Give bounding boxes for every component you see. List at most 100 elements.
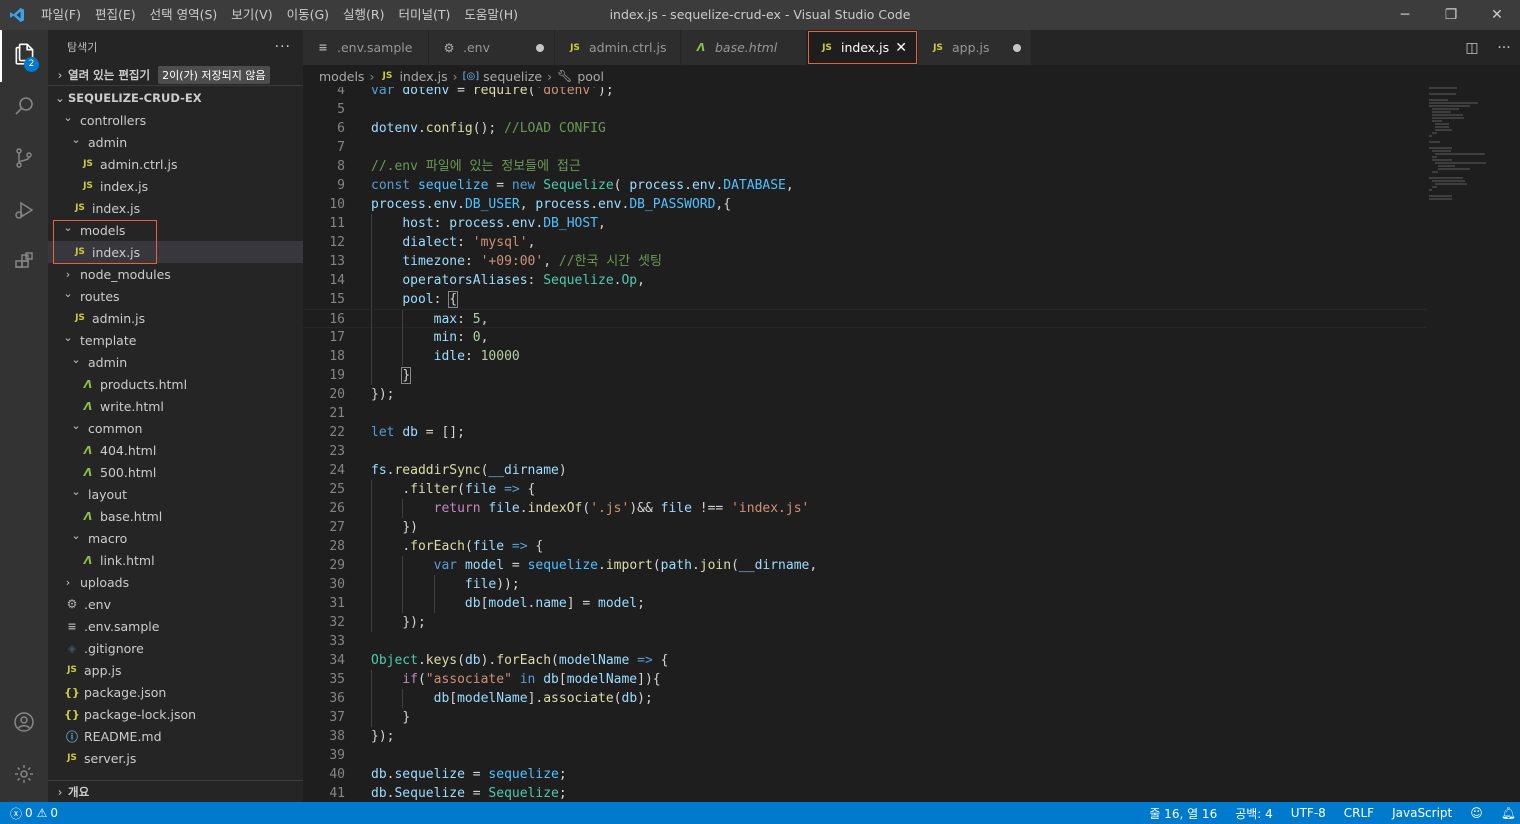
code-token: , <box>543 254 559 269</box>
tree-file[interactable]: JS app.js <box>48 659 303 681</box>
end-of-line[interactable]: CRLF <box>1335 806 1383 820</box>
extensions-activity-button[interactable] <box>0 238 48 290</box>
tree-folder[interactable]: ⌄ macro <box>48 527 303 549</box>
outline-section[interactable]: › 개요 <box>48 780 303 802</box>
tree-file[interactable]: JS server.js <box>48 747 303 769</box>
editor-tab[interactable]: ⚙ .env <box>429 30 555 65</box>
unsaved-dot-icon[interactable] <box>536 43 544 52</box>
breadcrumb-folder[interactable]: models <box>319 69 364 84</box>
code-token: in <box>519 672 536 687</box>
code-token: ( <box>457 482 465 497</box>
account-button[interactable] <box>0 698 48 750</box>
code-token: dotenv <box>371 121 418 136</box>
tab-label: .env.sample <box>337 40 413 55</box>
code-token: sequelize <box>488 767 559 782</box>
tree-folder[interactable]: › node_modules <box>48 263 303 285</box>
tree-file[interactable]: JS admin.js <box>48 307 303 329</box>
tab-label: admin.ctrl.js <box>589 40 667 55</box>
manage-button[interactable] <box>0 750 48 802</box>
tree-folder[interactable]: ⌄ admin <box>48 351 303 373</box>
indentation[interactable]: 공백: 4 <box>1226 805 1282 822</box>
tree-file[interactable]: {} package-lock.json <box>48 703 303 725</box>
code-text: } <box>345 366 412 385</box>
tree-file[interactable]: ⚙ .env <box>48 593 303 615</box>
tree-file[interactable]: JS admin.ctrl.js <box>48 153 303 175</box>
menu-item[interactable]: 도움말(H) <box>457 0 525 30</box>
menu-item[interactable]: 보기(V) <box>224 0 279 30</box>
tree-folder[interactable]: ⌄ common <box>48 417 303 439</box>
split-editor-icon[interactable]: ◫ <box>1456 40 1488 56</box>
tree-folder[interactable]: › uploads <box>48 571 303 593</box>
tree-file[interactable]: Λ 500.html <box>48 461 303 483</box>
tree-folder[interactable]: ⌄ template <box>48 329 303 351</box>
minimize-button[interactable]: ─ <box>1382 0 1428 30</box>
restore-button[interactable]: ❐ <box>1428 0 1474 30</box>
code-token: ( <box>551 653 559 668</box>
tree-file[interactable]: Λlink.html <box>48 549 303 571</box>
line-number: 18 <box>329 349 345 364</box>
unsaved-dot-icon[interactable] <box>1013 43 1021 52</box>
tree-file[interactable]: Λ 404.html <box>48 439 303 461</box>
run-debug-activity-button[interactable] <box>0 186 48 238</box>
code-text: pool: { <box>345 290 459 309</box>
menu-item[interactable]: 이동(G) <box>280 0 336 30</box>
tree-folder[interactable]: ⌄ admin <box>48 131 303 153</box>
menu-item[interactable]: 편집(E) <box>88 0 143 30</box>
editor-tab[interactable]: JS app.js <box>918 30 1032 65</box>
editor-tab[interactable]: JS index.js ✕ <box>807 30 918 65</box>
code-token: , <box>519 197 536 212</box>
encoding[interactable]: UTF-8 <box>1282 806 1335 820</box>
menu-item[interactable]: 파일(F) <box>34 0 88 30</box>
tree-file[interactable]: Λbase.html <box>48 505 303 527</box>
open-editors-section[interactable]: › 열려 있는 편집기 2이(가) 저장되지 않음 <box>48 64 303 86</box>
editor-tab[interactable]: ≡ .env.sample <box>303 30 429 65</box>
breadcrumb-file[interactable]: index.js <box>399 69 447 84</box>
menu-item[interactable]: 선택 영역(S) <box>143 0 225 30</box>
tree-folder[interactable]: ⌄ controllers <box>48 109 303 131</box>
search-activity-button[interactable] <box>0 82 48 134</box>
error-count: 0 <box>25 806 33 820</box>
breadcrumb-symbol-sequelize[interactable]: sequelize <box>483 69 542 84</box>
tree-file[interactable]: Λproducts.html <box>48 373 303 395</box>
close-tab-icon[interactable]: ✕ <box>895 40 907 56</box>
code-line: 30 file)); <box>303 575 1426 594</box>
code-editor[interactable]: 4 var dotenv = require('dotenv'); 5 6 dotenv… <box>303 87 1426 802</box>
tree-file[interactable]: JS index.js <box>48 241 303 263</box>
menu-item[interactable]: 터미널(T) <box>392 0 458 30</box>
cursor-position[interactable]: 줄 16, 열 16 <box>1140 805 1226 822</box>
tree-item-label: base.html <box>100 508 163 524</box>
tree-file[interactable]: ≡ .env.sample <box>48 615 303 637</box>
code-line: 26 return file.indexOf('.js')&& file !==… <box>303 499 1426 518</box>
problems-status[interactable]: ⓧ 0 ⚠ 0 <box>10 805 58 822</box>
language-mode[interactable]: JavaScript <box>1383 806 1461 820</box>
close-window-button[interactable]: ✕ <box>1474 0 1520 30</box>
explorer-activity-button[interactable]: 2 <box>0 30 48 82</box>
feedback-icon[interactable]: ☺ <box>1461 806 1492 820</box>
tree-folder[interactable]: ⌄ models <box>48 219 303 241</box>
source-control-activity-button[interactable] <box>0 134 48 186</box>
code-token: process <box>371 197 426 212</box>
editor-tab[interactable]: JS admin.ctrl.js <box>555 30 681 65</box>
tree-file[interactable]: Λwrite.html <box>48 395 303 417</box>
project-section[interactable]: ⌄ SEQUELIZE-CRUD-EX <box>48 87 303 109</box>
chevron-down-icon: ⌄ <box>71 528 81 542</box>
code-text: file)); <box>345 575 520 594</box>
tree-file[interactable]: JS index.js <box>48 197 303 219</box>
tree-file[interactable]: ◈ .gitignore <box>48 637 303 659</box>
tree-file[interactable]: ⓘ README.md <box>48 725 303 747</box>
editor-tab[interactable]: Λbase.html <box>681 30 807 65</box>
more-actions-button[interactable]: ··· <box>275 39 291 55</box>
menu-item[interactable]: 실행(R) <box>336 0 391 30</box>
code-line: 8 //.env 파일에 있는 정보들에 접근 <box>303 157 1426 176</box>
minimap-line <box>1432 186 1437 188</box>
tree-folder[interactable]: ⌄ layout <box>48 483 303 505</box>
tree-folder[interactable]: ⌄ routes <box>48 285 303 307</box>
breadcrumb-symbol-pool[interactable]: pool <box>577 69 604 84</box>
more-actions-icon[interactable]: ··· <box>1488 40 1520 56</box>
notifications-bell-icon[interactable]: 🔔︎ <box>1492 806 1520 820</box>
minimap[interactable] <box>1429 87 1509 802</box>
tree-file[interactable]: {} package.json <box>48 681 303 703</box>
tree-file[interactable]: JS index.js <box>48 175 303 197</box>
